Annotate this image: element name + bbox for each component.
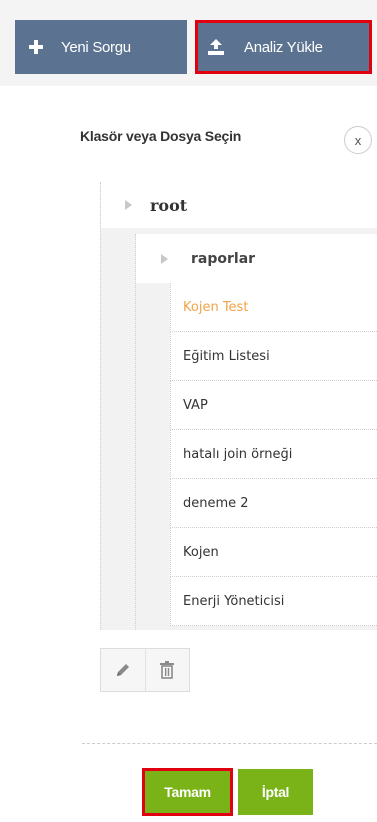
upload-icon [208, 39, 224, 55]
expand-arrow-icon[interactable] [161, 253, 168, 264]
new-query-button[interactable]: Yeni Sorgu [15, 20, 187, 74]
file-item-enerji-yoneticisi[interactable]: Enerji Yöneticisi [170, 577, 377, 626]
file-list: Kojen Test Eğitim Listesi VAP hatalı joi… [170, 283, 377, 626]
tree-node-raporlar[interactable]: raporlar [136, 234, 377, 283]
file-item-kojen-test[interactable]: Kojen Test [170, 283, 377, 332]
upload-analysis-label: Analiz Yükle [244, 38, 323, 56]
upload-analysis-button[interactable]: Analiz Yükle [195, 20, 372, 74]
top-toolbar: Yeni Sorgu Analiz Yükle [0, 0, 377, 86]
file-item-egitim-listesi[interactable]: Eğitim Listesi [170, 332, 377, 381]
expand-arrow-icon[interactable] [125, 200, 132, 210]
folder-tree[interactable]: root raporlar Kojen Test Eğitim Listesi … [100, 182, 377, 630]
trash-icon [160, 661, 175, 679]
divider [82, 743, 377, 744]
tree-node-raporlar-label: raporlar [191, 250, 256, 267]
delete-button[interactable] [144, 649, 189, 691]
file-item-deneme-2[interactable]: deneme 2 [170, 479, 377, 528]
file-item-hatali-join-ornegi[interactable]: hatalı join örneği [170, 430, 377, 479]
pencil-icon [116, 664, 129, 676]
file-item-vap[interactable]: VAP [170, 381, 377, 430]
ok-button[interactable]: Tamam [142, 768, 233, 816]
tree-node-root[interactable]: root [101, 182, 377, 228]
plus-icon [29, 40, 43, 54]
cancel-button[interactable]: İptal [238, 769, 313, 815]
tree-tools [100, 648, 190, 692]
file-item-kojen[interactable]: Kojen [170, 528, 377, 577]
root-children: raporlar Kojen Test Eğitim Listesi VAP h… [135, 234, 377, 630]
close-button[interactable]: x [344, 126, 372, 154]
edit-button[interactable] [101, 649, 145, 691]
dialog-title: Klasör veya Dosya Seçin [80, 128, 242, 144]
new-query-label: Yeni Sorgu [61, 38, 131, 56]
tree-node-root-label: root [150, 195, 188, 215]
